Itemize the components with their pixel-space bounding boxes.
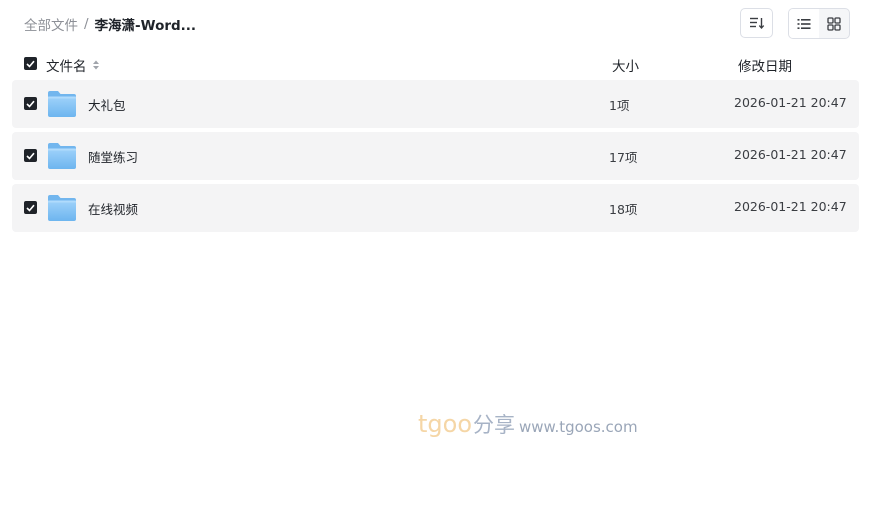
breadcrumb-root-link[interactable]: 全部文件 [24,14,78,34]
folder-icon [48,91,76,117]
view-toggle [788,8,850,39]
table-row[interactable]: 在线视频 18项 2026-01-21 20:47 [12,184,859,232]
breadcrumb-current-folder: 李海潇-Word... [94,18,197,34]
sort-button[interactable] [740,8,773,38]
row-name[interactable]: 在线视频 [88,199,138,218]
checkmark-icon [26,204,35,212]
table-header: 文件名 大小 修改日期 [0,52,874,76]
column-header-name-label: 文件名 [46,59,87,75]
list-view-button[interactable] [789,9,819,38]
checkmark-icon [26,60,35,68]
table-row[interactable]: 大礼包 1项 2026-01-21 20:47 [12,80,859,128]
file-browser: 全部文件 / 李海潇-Word... 文件名 大小 修改日期 大礼包 1项 20… [0,0,874,514]
row-name[interactable]: 大礼包 [88,95,126,114]
folder-icon [48,195,76,221]
row-checkbox[interactable] [24,149,37,162]
watermark: tgoo 分享 www.tgoos.com [418,409,638,439]
row-size: 17项 [609,150,638,165]
row-date: 2026-01-21 20:47 [734,147,847,162]
select-all-checkbox[interactable] [24,57,37,70]
column-header-date: 修改日期 [738,59,792,75]
table-row[interactable]: 随堂练习 17项 2026-01-21 20:47 [12,132,859,180]
column-header-size: 大小 [612,59,639,75]
row-date: 2026-01-21 20:47 [734,95,847,110]
list-view-icon [797,18,811,29]
watermark-brand: tgoo [418,410,473,438]
sort-lines-icon [749,17,764,29]
sort-caret-icon [92,59,100,71]
row-name[interactable]: 随堂练习 [88,147,138,166]
checkmark-icon [26,152,35,160]
row-size: 1项 [609,98,630,113]
breadcrumb: 全部文件 / 李海潇-Word... [24,14,196,34]
column-header-name[interactable]: 文件名 [46,55,100,75]
row-date: 2026-01-21 20:47 [734,199,847,214]
checkmark-icon [26,100,35,108]
grid-view-button[interactable] [819,9,849,38]
watermark-url: www.tgoos.com [519,418,638,436]
grid-view-icon [827,16,841,31]
row-checkbox[interactable] [24,97,37,110]
row-checkbox[interactable] [24,201,37,214]
folder-icon [48,143,76,169]
breadcrumb-separator: / [84,16,89,32]
watermark-brand-suffix: 分享 [473,413,516,437]
row-size: 18项 [609,202,638,217]
